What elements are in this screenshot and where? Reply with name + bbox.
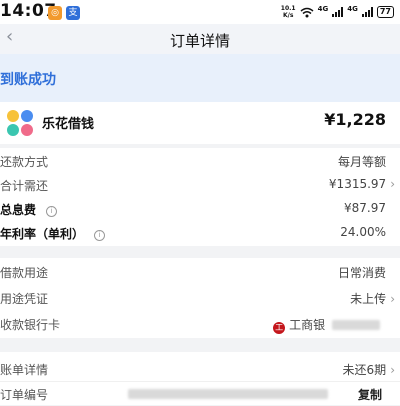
success-banner: 到账成功 [0, 54, 400, 102]
total-repay-row[interactable]: 合计需还 ¥1315.97 › [0, 173, 400, 197]
network-type-2: 4G [347, 5, 358, 13]
notification-app-icon: ◎ [48, 6, 62, 20]
purpose-voucher-label: 用途凭证 [0, 292, 49, 306]
repayment-method-value: 每月等额 [337, 155, 386, 169]
bill-detail-label: 账单详情 [0, 363, 49, 377]
bank-card-label: 收款银行卡 [0, 318, 61, 332]
icbc-bank-icon: 工 [273, 322, 286, 334]
network-type-1: 4G [317, 5, 329, 13]
order-number-row: 订单编号 复制 [0, 382, 400, 406]
bank-card-value: 工工商银 [273, 316, 380, 334]
order-number-label: 订单编号 [0, 388, 49, 402]
loan-amount: ¥1,228 [324, 110, 386, 129]
wifi-icon [300, 7, 314, 17]
redacted-order-number [128, 389, 328, 399]
bill-detail-value: 未还6期 › [342, 363, 395, 377]
loan-purpose-row: 借款用途 日常消费 [0, 260, 400, 284]
chevron-right-icon: › [390, 292, 395, 306]
info-icon[interactable]: i [94, 230, 106, 241]
redacted-card-number [332, 320, 380, 330]
nav-bar: ‹ 订单详情 [0, 24, 400, 54]
total-repay-value: ¥1315.97 › [328, 177, 395, 191]
product-logo-icon [7, 110, 33, 136]
bill-detail-row[interactable]: 账单详情 未还6期 › [0, 357, 400, 381]
signal-strength-icon [332, 7, 344, 17]
alipay-app-icon: 支 [66, 6, 80, 20]
annual-rate-row: 年利率（单利） i 24.00% [0, 221, 400, 245]
status-indicators: 10.1 K/s 4G 4G 77 [281, 4, 394, 20]
annual-rate-value: 24.00% [340, 225, 386, 239]
bank-card-row: 收款银行卡 工工商银 [0, 312, 400, 336]
product-name: 乐花借钱 [42, 117, 95, 132]
battery-indicator: 77 [376, 6, 394, 18]
repayment-method-label: 还款方式 [0, 155, 49, 169]
copy-button[interactable]: 复制 [358, 386, 382, 403]
chevron-right-icon: › [390, 363, 395, 377]
chevron-right-icon: › [390, 177, 395, 191]
purpose-voucher-row[interactable]: 用途凭证 未上传 › [0, 286, 400, 310]
signal-strength-icon-2 [361, 7, 373, 17]
info-icon[interactable]: i [46, 206, 58, 217]
total-interest-value: ¥87.97 [344, 201, 386, 215]
total-repay-label: 合计需还 [0, 179, 49, 193]
annual-rate-label: 年利率（单利） i [0, 225, 106, 242]
loan-details-section: 借款用途 日常消费 用途凭证 未上传 › 收款银行卡 工工商银 [0, 258, 400, 338]
loan-purpose-value: 日常消费 [337, 266, 386, 280]
status-bar: 14:07 ◎ 支 10.1 K/s 4G 4G 77 [0, 0, 400, 24]
bill-section: 账单详情 未还6期 › 订单编号 复制 [0, 352, 400, 405]
page-title: 订单详情 [169, 32, 230, 50]
purpose-voucher-value: 未上传 › [350, 292, 395, 306]
total-interest-row: 总息费 i ¥87.97 [0, 197, 400, 221]
bank-name: 工商银 [289, 318, 326, 332]
total-interest-label: 总息费 i [0, 201, 58, 218]
loan-purpose-label: 借款用途 [0, 266, 49, 280]
repayment-method-row: 还款方式 每月等额 [0, 149, 400, 173]
success-text: 到账成功 [0, 72, 56, 88]
repayment-section: 还款方式 每月等额 合计需还 ¥1315.97 › 总息费 i ¥87.97 年利率… [0, 148, 400, 246]
product-card: 乐花借钱 ¥1,228 [0, 102, 400, 144]
network-speed: 10.1 K/s [280, 5, 296, 19]
